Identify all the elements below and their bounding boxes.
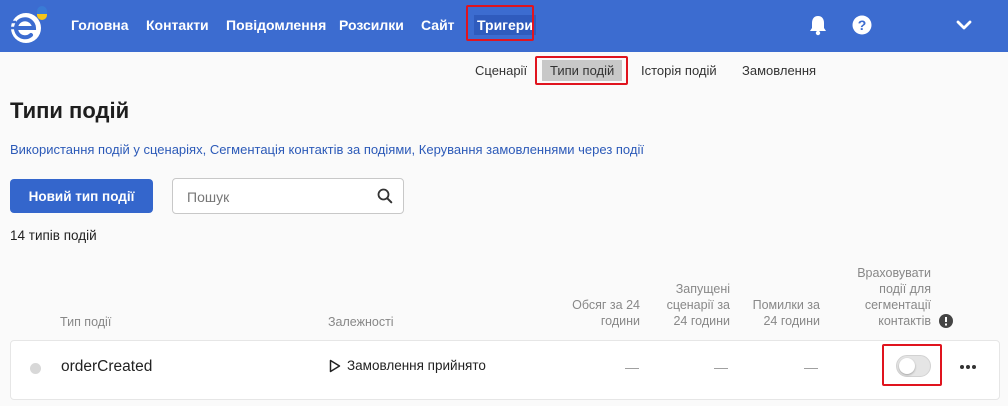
subnav-event-history[interactable]: Історія подій: [641, 63, 717, 78]
search-box: [172, 178, 404, 214]
play-icon: [329, 359, 341, 373]
event-types-count: 14 типів подій: [10, 228, 97, 243]
event-type-name[interactable]: orderCreated: [61, 358, 152, 376]
subnav-orders[interactable]: Замовлення: [742, 63, 816, 78]
nav-item-triggers[interactable]: Тригери: [474, 15, 536, 35]
nav-item-home[interactable]: Головна: [71, 17, 129, 33]
help-icon[interactable]: ?: [852, 15, 872, 35]
header-errors-24h: Помилки за 24 години: [752, 298, 820, 328]
dependency-link[interactable]: Замовлення прийнято: [347, 358, 486, 373]
svg-text:?: ?: [858, 17, 867, 33]
page-title: Типи подій: [10, 98, 130, 123]
toggle-knob: [899, 358, 915, 374]
status-dot: [30, 363, 41, 374]
errors-value: —: [804, 359, 818, 375]
link-events-in-scenarios[interactable]: Використання подій у сценаріях,: [10, 142, 206, 157]
launched-value: —: [714, 359, 728, 375]
bell-icon[interactable]: [808, 14, 828, 36]
top-navbar: Головна Контакти Повідомлення Розсилки С…: [0, 0, 1008, 52]
nav-item-mailings[interactable]: Розсилки: [339, 17, 404, 33]
volume-value: —: [625, 359, 639, 375]
header-event-type: Тип події: [60, 315, 112, 329]
header-volume-24h: Обсяг за 24 години: [572, 298, 640, 328]
new-event-type-button[interactable]: Новий тип події: [10, 179, 153, 213]
logo-icon[interactable]: [8, 6, 48, 46]
header-dependencies: Залежності: [328, 315, 394, 329]
header-segmentation: Враховувати події для сегментації контак…: [857, 266, 931, 328]
link-orders-via-events[interactable]: Керування замовленнями через події: [419, 142, 644, 157]
nav-item-site[interactable]: Сайт: [421, 17, 455, 33]
link-segmentation-by-events[interactable]: Сегментація контактів за подіями,: [210, 142, 415, 157]
help-links: Використання подій у сценаріях, Сегмента…: [10, 142, 644, 157]
subnav-event-types[interactable]: Типи подій: [542, 60, 623, 81]
header-launched-scenarios-24h: Запущені сценарії за 24 години: [666, 282, 730, 328]
nav-item-contacts[interactable]: Контакти: [146, 17, 209, 33]
nav-item-messages[interactable]: Повідомлення: [226, 17, 326, 33]
search-icon[interactable]: [377, 188, 393, 204]
subnav-scenarios[interactable]: Сценарії: [475, 63, 527, 78]
chevron-down-icon[interactable]: [955, 18, 973, 32]
more-icon[interactable]: [958, 351, 978, 371]
segmentation-toggle[interactable]: [896, 355, 931, 377]
search-input[interactable]: [187, 187, 367, 207]
table-row[interactable]: orderCreated Замовлення прийнято — — —: [10, 340, 1000, 400]
warning-icon[interactable]: [939, 314, 953, 328]
